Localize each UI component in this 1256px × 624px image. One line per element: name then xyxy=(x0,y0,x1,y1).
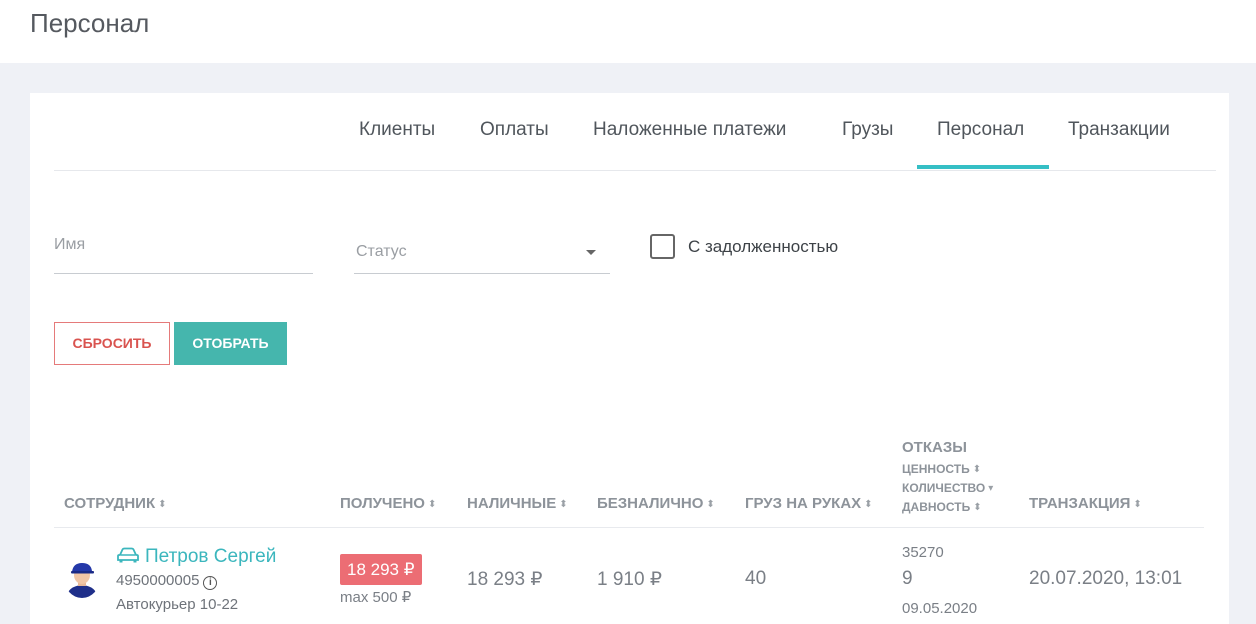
col-received-header[interactable]: ПОЛУЧЕНО ⬍ xyxy=(340,495,436,512)
active-tab-indicator xyxy=(917,165,1049,169)
tab-payments[interactable]: Оплаты xyxy=(480,119,549,141)
tab-transactions[interactable]: Транзакции xyxy=(1068,119,1170,141)
col-cargo-label: ГРУЗ НА РУКАХ xyxy=(745,495,862,512)
refusal-count: 9 xyxy=(902,568,913,589)
col-cargo-header[interactable]: ГРУЗ НА РУКАХ ⬍ xyxy=(745,495,873,512)
received-badge: 18 293 ₽ xyxy=(340,554,422,585)
info-icon[interactable]: i xyxy=(203,576,218,590)
status-select[interactable]: Статус xyxy=(354,231,610,274)
col-age-header[interactable]: ДАВНОСТЬ ⬍ xyxy=(902,500,982,514)
page-title: Персонал xyxy=(30,8,150,38)
employee-phone-line: 4950000005 i xyxy=(116,572,218,590)
col-cash-label: НАЛИЧНЫЕ xyxy=(467,495,557,512)
col-employee-label: СОТРУДНИК xyxy=(64,495,156,512)
table-divider xyxy=(54,527,1204,528)
car-icon xyxy=(117,547,139,563)
debt-checkbox-label[interactable]: С задолженностью xyxy=(688,237,838,257)
sort-icon: ⬍ xyxy=(972,464,982,475)
employee-name-link[interactable]: Петров Сергей xyxy=(117,546,276,568)
cargo-value: 40 xyxy=(745,568,767,589)
sort-icon: ⬍ xyxy=(427,499,437,510)
apply-button[interactable]: ОТОБРАТЬ xyxy=(174,322,287,365)
top-header: Персонал xyxy=(0,0,1256,63)
col-value-label: ЦЕННОСТЬ xyxy=(902,462,970,476)
employee-role: Автокурьер 10-22 xyxy=(116,596,239,613)
col-quantity-label: КОЛИЧЕСТВО xyxy=(902,481,986,495)
col-employee-header[interactable]: СОТРУДНИК ⬍ xyxy=(64,495,167,512)
tab-clients[interactable]: Клиенты xyxy=(359,119,435,141)
refusal-date: 09.05.2020 xyxy=(902,600,978,617)
col-received-label: ПОЛУЧЕНО xyxy=(340,495,425,512)
col-transaction-header[interactable]: ТРАНЗАКЦИЯ ⬍ xyxy=(1029,495,1142,512)
sort-icon: ⬍ xyxy=(158,499,167,510)
avatar xyxy=(66,563,98,598)
transaction-datetime: 20.07.2020, 13:01 xyxy=(1029,568,1183,589)
col-quantity-header[interactable]: КОЛИЧЕСТВО ▾ xyxy=(902,481,993,495)
sort-desc-icon: ▾ xyxy=(988,483,994,494)
tab-personnel[interactable]: Персонал xyxy=(937,119,1024,141)
col-cash-header[interactable]: НАЛИЧНЫЕ ⬍ xyxy=(467,495,568,512)
reset-button[interactable]: СБРОСИТЬ xyxy=(54,322,170,365)
status-placeholder: Статус xyxy=(356,243,407,260)
sort-icon: ⬍ xyxy=(706,499,715,510)
received-max: max 500 ₽ xyxy=(340,589,412,606)
col-cashless-header[interactable]: БЕЗНАЛИЧНО ⬍ xyxy=(597,495,715,512)
col-age-label: ДАВНОСТЬ xyxy=(902,500,971,514)
tab-cod-payments[interactable]: Наложенные платежи xyxy=(593,119,786,141)
sort-icon: ⬍ xyxy=(559,499,568,510)
refusal-value: 35270 xyxy=(902,544,944,561)
sort-icon: ⬍ xyxy=(1133,499,1142,510)
col-value-header[interactable]: ЦЕННОСТЬ ⬍ xyxy=(902,462,981,476)
tab-bar: Клиенты Оплаты Наложенные платежи Грузы … xyxy=(54,93,1216,171)
chevron-down-icon xyxy=(586,250,596,255)
debt-checkbox[interactable] xyxy=(650,234,675,259)
col-cashless-label: БЕЗНАЛИЧНО xyxy=(597,495,704,512)
cashless-value: 1 910 ₽ xyxy=(597,569,662,590)
employee-name: Петров Сергей xyxy=(145,546,277,567)
tab-cargo[interactable]: Грузы xyxy=(842,119,893,141)
cash-value: 18 293 ₽ xyxy=(467,569,543,590)
name-input[interactable] xyxy=(54,231,313,254)
content-card: Клиенты Оплаты Наложенные платежи Грузы … xyxy=(30,93,1229,624)
employee-phone: 4950000005 xyxy=(116,572,200,589)
sort-icon: ⬍ xyxy=(864,499,873,510)
col-refusals-header: ОТКАЗЫ xyxy=(902,439,967,456)
col-transaction-label: ТРАНЗАКЦИЯ xyxy=(1029,495,1131,512)
sort-icon: ⬍ xyxy=(973,502,982,513)
name-field xyxy=(54,231,313,274)
